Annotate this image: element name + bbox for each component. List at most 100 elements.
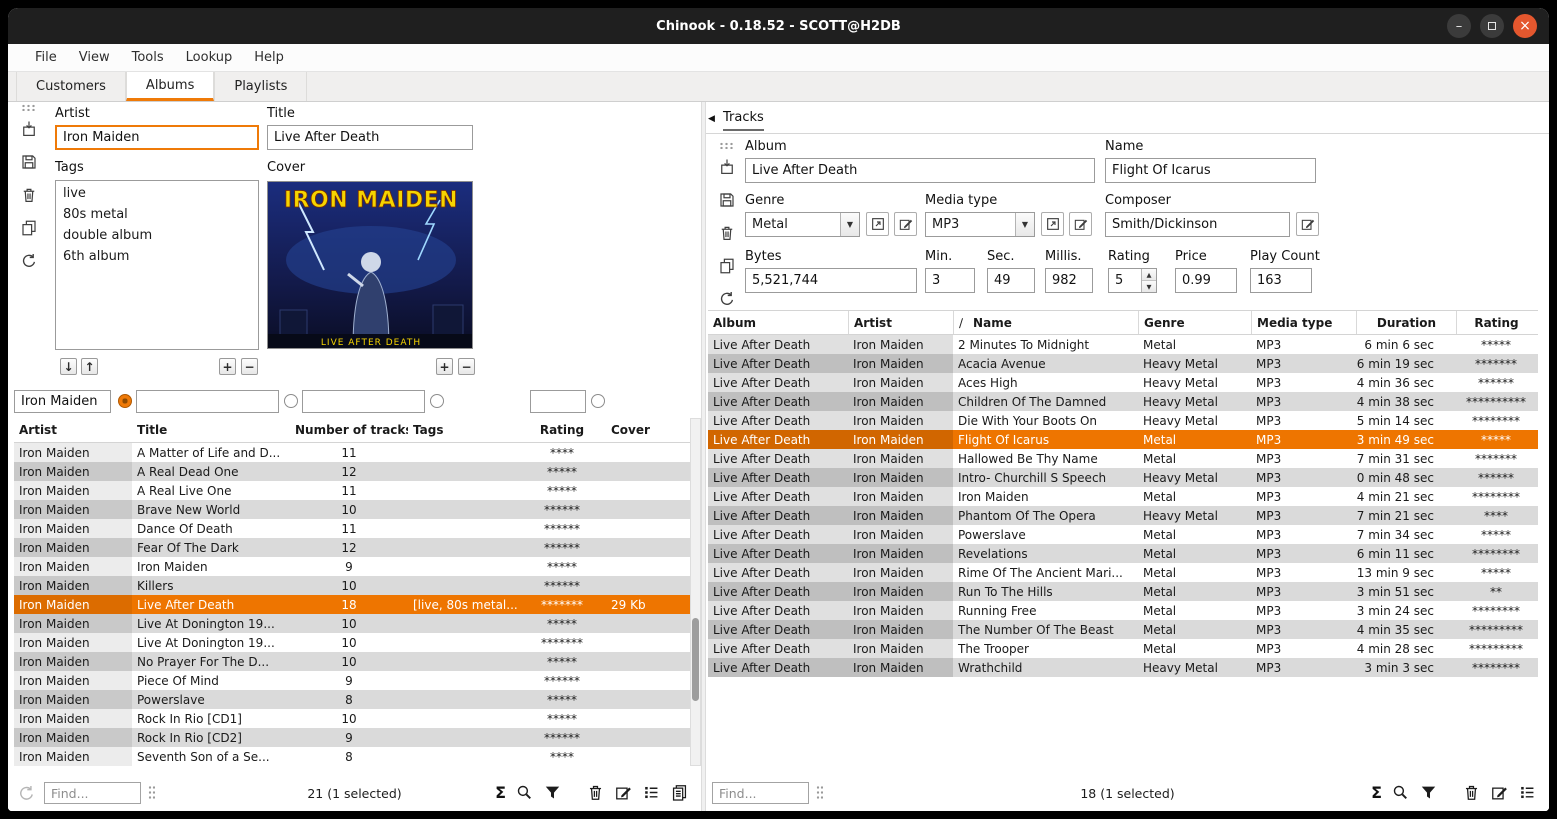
table-row[interactable]: Live After DeathIron MaidenRunning FreeM… [708,601,1538,620]
delete-icon[interactable] [586,783,605,802]
sec-field[interactable] [987,268,1035,293]
tab-albums[interactable]: Albums [126,72,214,101]
table-row[interactable]: Iron MaidenA Real Dead One12***** [14,462,690,481]
collapse-left-icon[interactable]: ◀ [708,115,715,124]
filter-icon[interactable] [543,783,562,802]
table-row[interactable]: Iron MaidenDance Of Death11****** [14,519,690,538]
save-icon[interactable] [718,191,736,209]
refresh-icon[interactable] [20,252,38,270]
price-field[interactable] [1175,268,1237,293]
menu-help[interactable]: Help [243,44,295,71]
duplicate-row-icon[interactable] [20,219,38,237]
table-row[interactable]: Live After DeathIron MaidenDie With Your… [708,411,1538,430]
albums-scrollbar[interactable] [690,418,701,766]
filter-tracks-radio[interactable] [430,394,444,408]
table-row[interactable]: Live After DeathIron MaidenWrathchildHea… [708,658,1538,677]
maximize-button[interactable] [1480,14,1504,38]
genre-edit-button[interactable] [894,212,917,236]
sum-icon[interactable]: Σ [1371,785,1382,801]
close-button[interactable]: × [1513,14,1537,38]
filter-title-radio[interactable] [284,394,298,408]
column-header[interactable]: ∕Name [953,311,1138,334]
album-field[interactable] [745,158,1095,183]
edit-icon[interactable] [614,783,633,802]
tag-item[interactable]: double album [56,225,258,246]
tag-item[interactable]: 6th album [56,246,258,267]
tag-item[interactable]: 80s metal [56,204,258,225]
column-header[interactable]: Artist [848,311,953,334]
resize-grip[interactable] [148,785,155,801]
find-input[interactable] [712,782,809,804]
table-row[interactable]: Live After DeathIron Maiden2 Minutes To … [708,335,1538,354]
media-type-combobox[interactable]: MP3 ▼ [925,212,1035,237]
filter-title-input[interactable] [136,390,279,413]
genre-pick-button[interactable] [866,212,889,236]
rating-spinner[interactable]: 5 ▲ ▼ [1108,268,1157,293]
search-icon[interactable] [515,783,534,802]
tracks-tab[interactable]: Tracks [723,110,764,131]
table-row[interactable]: Iron MaidenRock In Rio [CD1]10***** [14,709,690,728]
table-row[interactable]: Iron MaidenPiece Of Mind9****** [14,671,690,690]
filter-rating-radio[interactable] [591,394,605,408]
filter-tracks-input[interactable] [302,390,425,413]
table-row[interactable]: Iron MaidenLive At Donington 19...10****… [14,633,690,652]
media-type-edit-button[interactable] [1069,212,1092,236]
find-input[interactable] [44,782,141,804]
chevron-down-icon[interactable]: ▼ [1015,213,1034,236]
composer-edit-button[interactable] [1296,212,1319,236]
genre-combobox[interactable]: Metal ▼ [745,212,860,237]
tag-add-button[interactable]: + [219,358,236,375]
min-field[interactable] [925,268,975,293]
refresh-icon[interactable] [718,290,736,308]
columns-icon[interactable] [1518,783,1537,802]
millis-field[interactable] [1045,268,1093,293]
composer-field[interactable] [1105,212,1290,237]
table-row[interactable]: Iron MaidenFear Of The Dark12****** [14,538,690,557]
table-row[interactable]: Iron MaidenLive At Donington 19...10****… [14,614,690,633]
column-header[interactable]: Media type [1251,311,1356,334]
menu-file[interactable]: File [24,44,68,71]
column-header[interactable]: Rating [1456,311,1536,334]
filter-artist-radio[interactable] [118,394,132,408]
search-icon[interactable] [1391,783,1410,802]
table-row[interactable]: Iron MaidenKillers10****** [14,576,690,595]
insert-row-icon[interactable] [718,158,736,176]
media-type-pick-button[interactable] [1041,212,1064,236]
filter-rating-input[interactable] [530,390,586,413]
table-row[interactable]: Live After DeathIron MaidenThe Number Of… [708,620,1538,639]
table-row[interactable]: Live After DeathIron MaidenRun To The Hi… [708,582,1538,601]
artist-field[interactable] [55,125,259,150]
reload-icon[interactable] [17,784,36,803]
table-row[interactable]: Iron MaidenRock In Rio [CD2]9****** [14,728,690,747]
table-row[interactable]: Iron MaidenBrave New World10****** [14,500,690,519]
filter-icon[interactable] [1419,783,1438,802]
menu-tools[interactable]: Tools [121,44,175,71]
column-header[interactable]: Duration [1356,311,1456,334]
table-row[interactable]: Iron MaidenLive After Death18[live, 80s … [14,595,690,614]
resize-grip[interactable] [816,785,823,801]
tab-playlists[interactable]: Playlists [214,72,307,101]
table-row[interactable]: Iron MaidenIron Maiden9***** [14,557,690,576]
toolbar-grip[interactable] [21,104,37,111]
column-header[interactable]: Cover [606,418,690,442]
save-icon[interactable] [20,153,38,171]
column-header[interactable]: Album [708,311,848,334]
cover-add-button[interactable]: + [436,358,453,375]
edit-icon[interactable] [1490,783,1509,802]
table-row[interactable]: Live After DeathIron MaidenChildren Of T… [708,392,1538,411]
column-header[interactable]: Rating [518,418,606,442]
column-header[interactable]: Title [132,418,290,442]
duplicate-row-icon[interactable] [718,257,736,275]
table-row[interactable]: Live After DeathIron MaidenPowerslaveMet… [708,525,1538,544]
table-row[interactable]: Iron MaidenA Matter of Life and D...11**… [14,443,690,462]
tag-move-up-button[interactable]: ↑ [81,358,98,375]
tag-item[interactable]: live [56,183,258,204]
bytes-field[interactable] [745,268,917,293]
columns-icon[interactable] [642,783,661,802]
table-row[interactable]: Live After DeathIron MaidenAces HighHeav… [708,373,1538,392]
table-row[interactable]: Live After DeathIron MaidenRime Of The A… [708,563,1538,582]
table-row[interactable]: Iron MaidenNo Prayer For The D...10***** [14,652,690,671]
menu-lookup[interactable]: Lookup [175,44,244,71]
pages-icon[interactable] [670,783,689,802]
table-row[interactable]: Live After DeathIron MaidenPhantom Of Th… [708,506,1538,525]
